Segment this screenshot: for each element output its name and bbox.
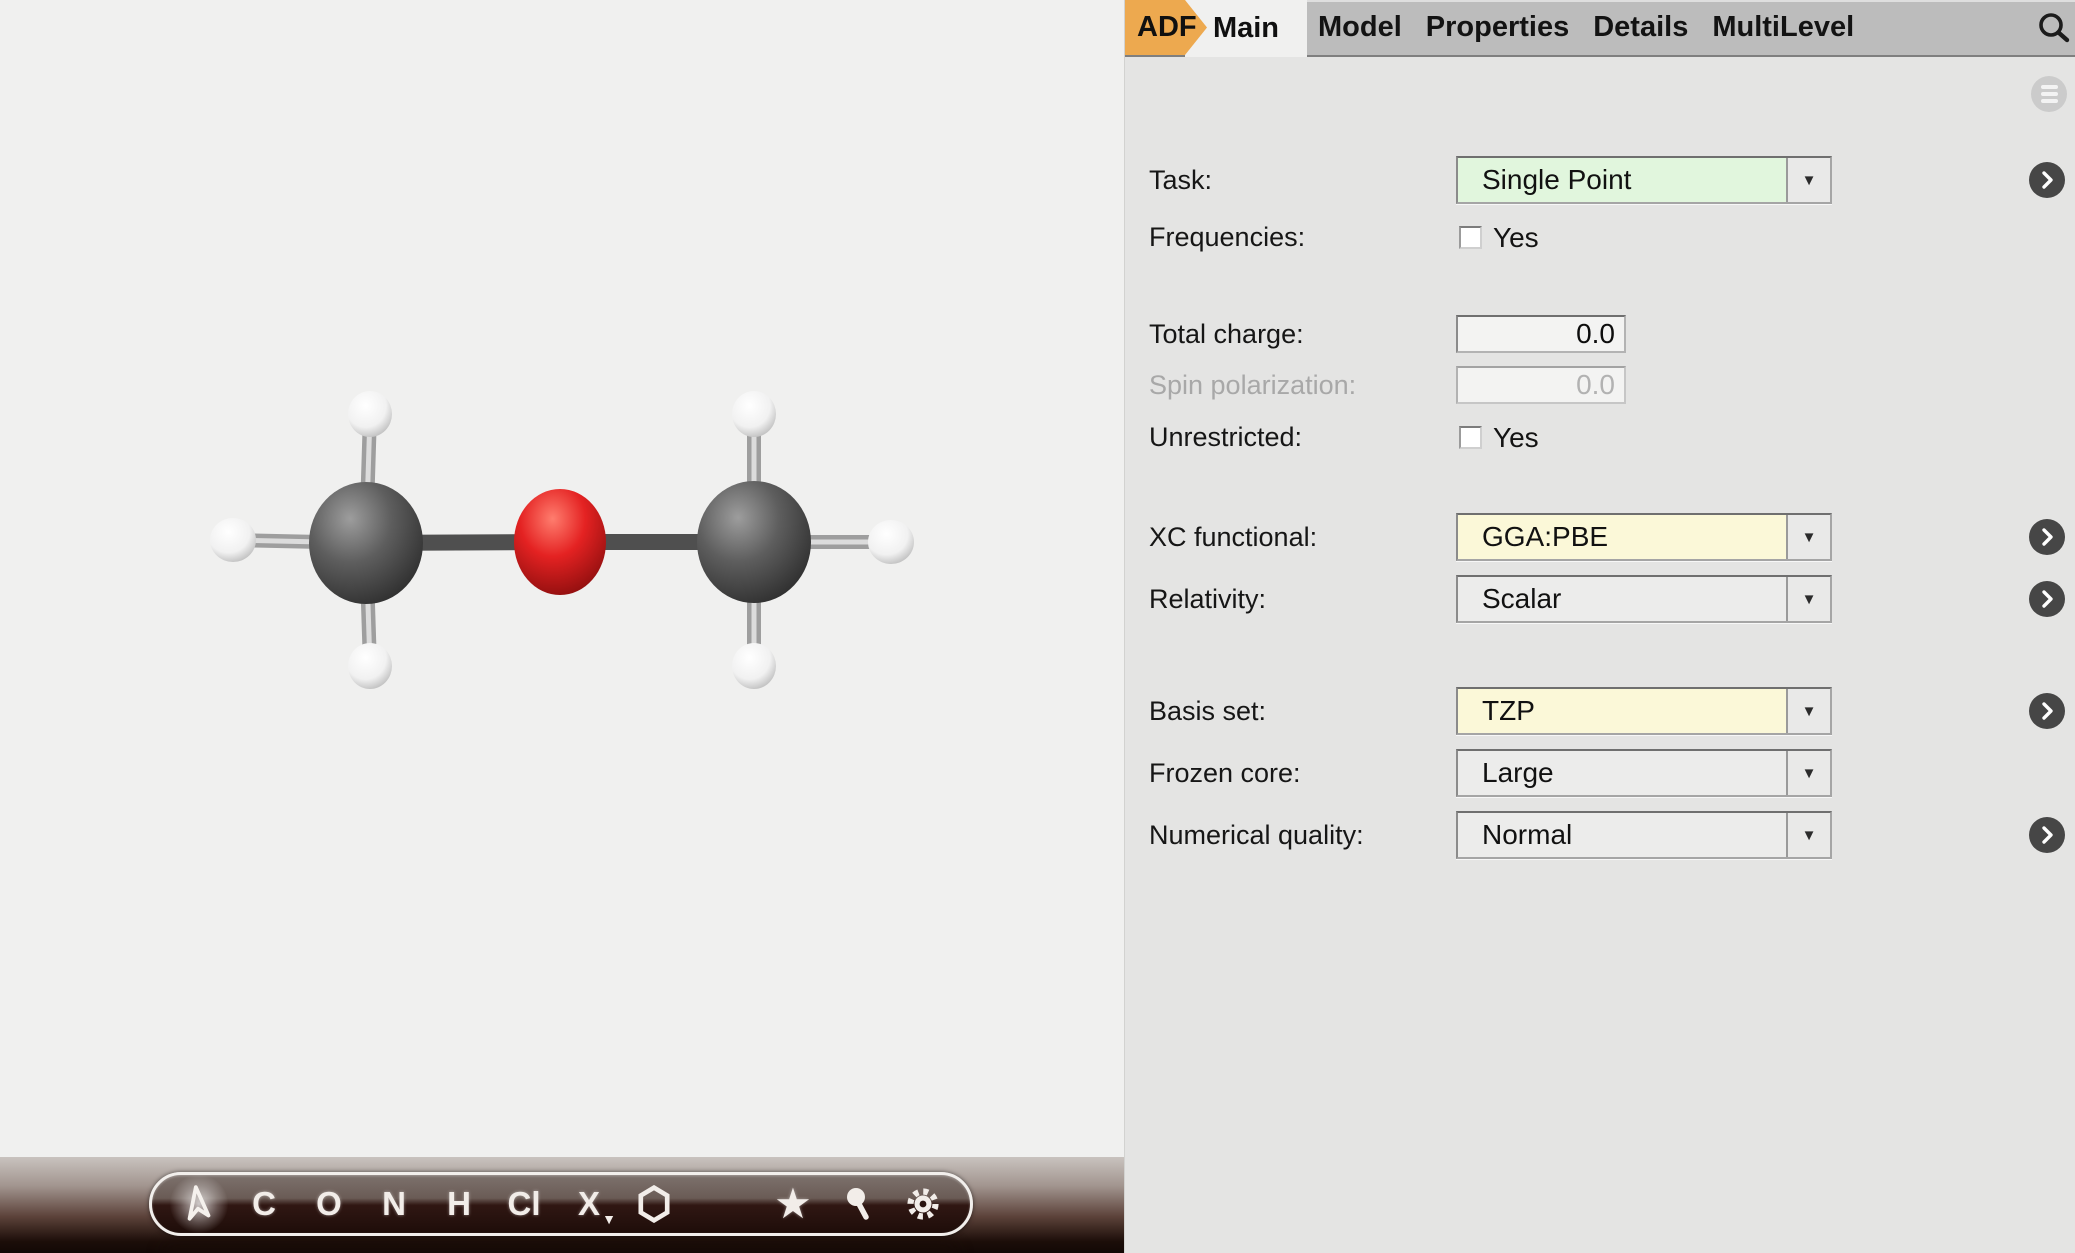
chevron-down-icon[interactable]: ▼: [1786, 813, 1830, 857]
element-label: Cl: [508, 1185, 541, 1223]
task-label: Task:: [1149, 156, 1212, 204]
chevron-down-icon[interactable]: ▼: [1786, 515, 1830, 559]
element-picker-tool[interactable]: X▼: [566, 1179, 612, 1229]
numerical-quality-detail-button[interactable]: [2029, 817, 2065, 853]
total-charge-label: Total charge:: [1149, 315, 1304, 353]
tab-multilevel[interactable]: MultiLevel: [1712, 11, 1854, 44]
task-detail-button[interactable]: [2029, 162, 2065, 198]
element-label: X: [578, 1185, 600, 1223]
numerical-quality-label: Numerical quality:: [1149, 811, 1364, 859]
unrestricted-option-label: Yes: [1493, 426, 1539, 449]
gear-icon: [904, 1185, 942, 1223]
ring-tool[interactable]: [631, 1179, 677, 1229]
tab-details[interactable]: Details: [1593, 11, 1688, 44]
magnifier-icon: [2035, 10, 2073, 48]
chevron-right-icon: [2036, 526, 2058, 548]
settings-tool[interactable]: [900, 1179, 946, 1229]
tab-properties[interactable]: Properties: [1426, 11, 1569, 44]
chevron-right-icon: [2036, 700, 2058, 722]
chevron-right-icon: [2036, 824, 2058, 846]
molecule-viewer[interactable]: C O N H Cl X▼ ★: [0, 0, 1125, 1253]
adf-input-window: CONHClX▼★ ADF Main Model Properties Deta…: [0, 0, 2075, 1253]
spin-polarization-label: Spin polarization:: [1149, 366, 1356, 404]
frozen-core-label: Frozen core:: [1149, 749, 1301, 797]
search-button[interactable]: [2032, 7, 2075, 51]
add-nitrogen-tool[interactable]: N: [371, 1179, 417, 1229]
element-label: C: [252, 1185, 276, 1223]
chevron-right-icon: [2036, 588, 2058, 610]
unrestricted-checkbox[interactable]: [1459, 426, 1482, 449]
relativity-detail-button[interactable]: [2029, 581, 2065, 617]
total-charge-input[interactable]: 0.0: [1456, 315, 1626, 353]
frequencies-checkbox[interactable]: [1459, 226, 1482, 249]
task-value: Single Point: [1458, 158, 1786, 202]
basis-set-label: Basis set:: [1149, 687, 1266, 735]
numerical-quality-value: Normal: [1458, 813, 1786, 857]
basis-set-dropdown[interactable]: TZP ▼: [1456, 687, 1832, 735]
atom-O[interactable]: [514, 489, 606, 595]
add-chlorine-tool[interactable]: Cl: [501, 1179, 547, 1229]
atom-C[interactable]: [697, 481, 811, 603]
basis-set-detail-button[interactable]: [2029, 693, 2065, 729]
element-label: O: [316, 1185, 342, 1223]
tab-group: Model Properties Details MultiLevel: [1318, 0, 1854, 55]
frequencies-option-label: Yes: [1493, 226, 1539, 249]
chevron-down-icon[interactable]: ▼: [1786, 689, 1830, 733]
frozen-core-value: Large: [1458, 751, 1786, 795]
task-dropdown[interactable]: Single Point ▼: [1456, 156, 1832, 204]
toolbar-reflection: [160, 1242, 960, 1253]
add-oxygen-tool[interactable]: O: [306, 1179, 352, 1229]
atom-H[interactable]: [348, 391, 392, 437]
frequencies-label: Frequencies:: [1149, 226, 1305, 249]
element-label: N: [382, 1185, 406, 1223]
relativity-dropdown[interactable]: Scalar ▼: [1456, 575, 1832, 623]
xc-functional-value: GGA:PBE: [1458, 515, 1786, 559]
xc-functional-detail-button[interactable]: [2029, 519, 2065, 555]
spin-polarization-input: 0.0: [1456, 366, 1626, 404]
atom-H[interactable]: [732, 643, 776, 689]
chevron-down-icon[interactable]: ▼: [1786, 577, 1830, 621]
atom-C[interactable]: [309, 482, 423, 604]
xc-functional-label: XC functional:: [1149, 513, 1317, 561]
select-tool[interactable]: [176, 1179, 222, 1229]
panel-menu-button[interactable]: [2031, 76, 2067, 112]
molecule-canvas: [0, 0, 1125, 1157]
ring-hexagon-icon: [637, 1185, 671, 1223]
atom-H[interactable]: [210, 518, 256, 562]
numerical-quality-dropdown[interactable]: Normal ▼: [1456, 811, 1832, 859]
balloon-icon: [843, 1186, 873, 1222]
add-carbon-tool[interactable]: C: [241, 1179, 287, 1229]
cursor-icon: [182, 1184, 216, 1224]
add-hydrogen-tool[interactable]: H: [436, 1179, 482, 1229]
star-icon: ★: [774, 1183, 812, 1225]
atom-H[interactable]: [868, 520, 914, 564]
structures-tool[interactable]: ★: [770, 1179, 816, 1229]
balloon-tool[interactable]: [835, 1179, 881, 1229]
atom-H[interactable]: [732, 391, 776, 437]
chevron-right-icon: [2036, 169, 2058, 191]
basis-set-value: TZP: [1458, 689, 1786, 733]
relativity-value: Scalar: [1458, 577, 1786, 621]
hamburger-icon: [2041, 85, 2058, 103]
relativity-label: Relativity:: [1149, 575, 1266, 623]
tab-model[interactable]: Model: [1318, 11, 1402, 44]
unrestricted-label: Unrestricted:: [1149, 426, 1302, 449]
chevron-down-icon[interactable]: ▼: [1786, 751, 1830, 795]
chevron-down-icon: ▼: [602, 1211, 616, 1227]
atom-H[interactable]: [348, 643, 392, 689]
element-toolbar: C O N H Cl X▼ ★: [149, 1172, 973, 1236]
chevron-down-icon[interactable]: ▼: [1786, 158, 1830, 202]
element-label: H: [447, 1185, 471, 1223]
frozen-core-dropdown[interactable]: Large ▼: [1456, 749, 1832, 797]
xc-functional-dropdown[interactable]: GGA:PBE ▼: [1456, 513, 1832, 561]
